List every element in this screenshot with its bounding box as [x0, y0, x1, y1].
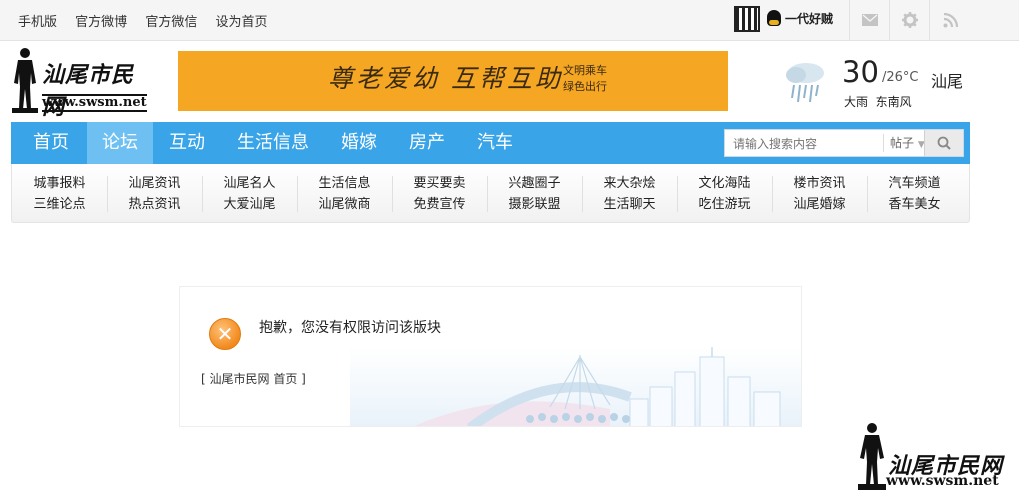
top-bar: 手机版 官方微博 官方微信 设为首页 一代好贼 — [0, 0, 1019, 41]
permission-denied-text: 抱歉，您没有权限访问该版块 — [259, 320, 441, 336]
banner-slogan: 尊老爱幼 互帮互助 — [328, 64, 563, 93]
subnav-column: 楼市资讯 汕尾婚嫁 — [772, 173, 867, 215]
qq-icon — [767, 10, 781, 26]
search-type-label: 帖子 — [890, 136, 915, 150]
banner-subtext: 文明乘车 绿色出行 — [563, 63, 607, 95]
site-name-link[interactable]: 汕尾市民网 — [210, 372, 270, 386]
subnav-column: 要买要卖 免费宣传 — [392, 173, 487, 215]
permission-message-box: ✕ 抱歉，您没有权限访问该版块 [ 汕尾市民网 首页 ] — [179, 286, 802, 427]
nav-item-property[interactable]: 房产 — [397, 122, 457, 164]
banner-sub-line1: 文明乘车 — [563, 64, 607, 77]
subnav-link[interactable]: 兴趣圈子 — [487, 173, 582, 194]
subnav-link[interactable]: 来大杂烩 — [582, 173, 677, 194]
error-icon: ✕ — [209, 318, 241, 350]
subnav-link[interactable]: 汕尾资讯 — [107, 173, 202, 194]
message-links: [ 汕尾市民网 首页 ] — [201, 370, 306, 387]
subnav-link[interactable]: 生活聊天 — [582, 194, 677, 215]
official-weibo-link[interactable]: 官方微博 — [75, 15, 127, 30]
homepage-link[interactable]: 首页 — [273, 372, 297, 386]
subnav-link[interactable]: 三维论点 — [12, 194, 107, 215]
subnav-link[interactable]: 生活信息 — [297, 173, 392, 194]
weather-condition: 大雨 东南风 — [844, 93, 912, 110]
subnav-link[interactable]: 大爱汕尾 — [202, 194, 297, 215]
subnav-link[interactable]: 汽车频道 — [867, 173, 962, 194]
search-input[interactable] — [725, 130, 893, 158]
watermark-logo: 汕尾市民网 www.swsm.net — [856, 422, 1016, 492]
city-illustration — [350, 347, 801, 426]
man-silhouette-icon — [12, 48, 38, 113]
subnav-column: 汽车频道 香车美女 — [867, 173, 962, 215]
subnav-link[interactable]: 汕尾名人 — [202, 173, 297, 194]
bracket-close: ] — [297, 372, 306, 386]
subnav-column: 文化海陆 吃住游玩 — [677, 173, 772, 215]
official-wechat-link[interactable]: 官方微信 — [145, 15, 197, 30]
weather-temp-low: /26°C — [882, 70, 919, 85]
subnav-link[interactable]: 楼市资讯 — [772, 173, 867, 194]
subnav-link[interactable]: 免费宣传 — [392, 194, 487, 215]
man-silhouette-icon — [858, 423, 886, 490]
subnav-column: 生活信息 汕尾微商 — [297, 173, 392, 215]
search-box: 帖子 ▼ — [724, 129, 964, 158]
site-logo[interactable]: 汕尾市民网 www.swsm.net — [10, 45, 147, 120]
search-button[interactable] — [924, 130, 963, 156]
subnav-link[interactable]: 摄影联盟 — [487, 194, 582, 215]
rss-icon[interactable] — [929, 0, 970, 40]
weather-wind: 东南风 — [875, 95, 912, 109]
subnav-link[interactable]: 汕尾微商 — [297, 194, 392, 215]
banner-ad[interactable]: 尊老爱幼 互帮互助 文明乘车 绿色出行 — [178, 51, 728, 111]
nav-item-forum[interactable]: 论坛 — [87, 122, 153, 164]
nav-item-interact[interactable]: 互动 — [157, 122, 217, 164]
watermark-url: www.swsm.net — [886, 473, 999, 489]
weather-condition-text: 大雨 — [844, 95, 869, 109]
nav-item-home[interactable]: 首页 — [21, 122, 81, 164]
bracket-open: [ — [201, 372, 210, 386]
subnav-column: 来大杂烩 生活聊天 — [582, 173, 677, 215]
search-icon — [937, 136, 951, 150]
subnav-link[interactable]: 要买要卖 — [392, 173, 487, 194]
mail-icon[interactable] — [849, 0, 890, 40]
set-homepage-link[interactable]: 设为首页 — [215, 15, 267, 30]
nav-item-auto[interactable]: 汽车 — [465, 122, 525, 164]
logo-url: www.swsm.net — [42, 94, 147, 112]
subnav-column: 兴趣圈子 摄影联盟 — [487, 173, 582, 215]
subnav-link[interactable]: 文化海陆 — [677, 173, 772, 194]
sub-nav: 城事报料 三维论点 汕尾资讯 热点资讯 汕尾名人 大爱汕尾 生活信息 汕尾微商 … — [11, 164, 970, 223]
top-links: 手机版 官方微博 官方微信 设为首页 — [18, 11, 281, 30]
mobile-version-link[interactable]: 手机版 — [18, 15, 57, 30]
rain-cloud-icon — [786, 63, 824, 103]
nav-item-life-info[interactable]: 生活信息 — [225, 122, 321, 164]
gear-icon[interactable] — [889, 0, 930, 40]
nav-item-wedding[interactable]: 婚嫁 — [329, 122, 389, 164]
main-nav: 首页 论坛 互动 生活信息 婚嫁 房产 汽车 帖子 ▼ — [11, 122, 970, 164]
weather-city[interactable]: 汕尾 — [931, 68, 963, 92]
weather-temp: 30 — [842, 55, 879, 89]
subnav-link[interactable]: 热点资讯 — [107, 194, 202, 215]
banner-sub-line2: 绿色出行 — [563, 80, 607, 93]
subnav-link[interactable]: 汕尾婚嫁 — [772, 194, 867, 215]
subnav-column: 城事报料 三维论点 — [12, 173, 107, 215]
qq-login-link[interactable]: 一代好贼 — [767, 10, 833, 27]
search-type-select[interactable]: 帖子 ▼ — [883, 134, 930, 152]
subnav-link[interactable]: 城事报料 — [12, 173, 107, 194]
qr-code-icon[interactable] — [734, 6, 760, 32]
qq-login-label: 一代好贼 — [785, 12, 834, 26]
subnav-column: 汕尾名人 大爱汕尾 — [202, 173, 297, 215]
subnav-link[interactable]: 香车美女 — [867, 194, 962, 215]
subnav-column: 汕尾资讯 热点资讯 — [107, 173, 202, 215]
subnav-link[interactable]: 吃住游玩 — [677, 194, 772, 215]
